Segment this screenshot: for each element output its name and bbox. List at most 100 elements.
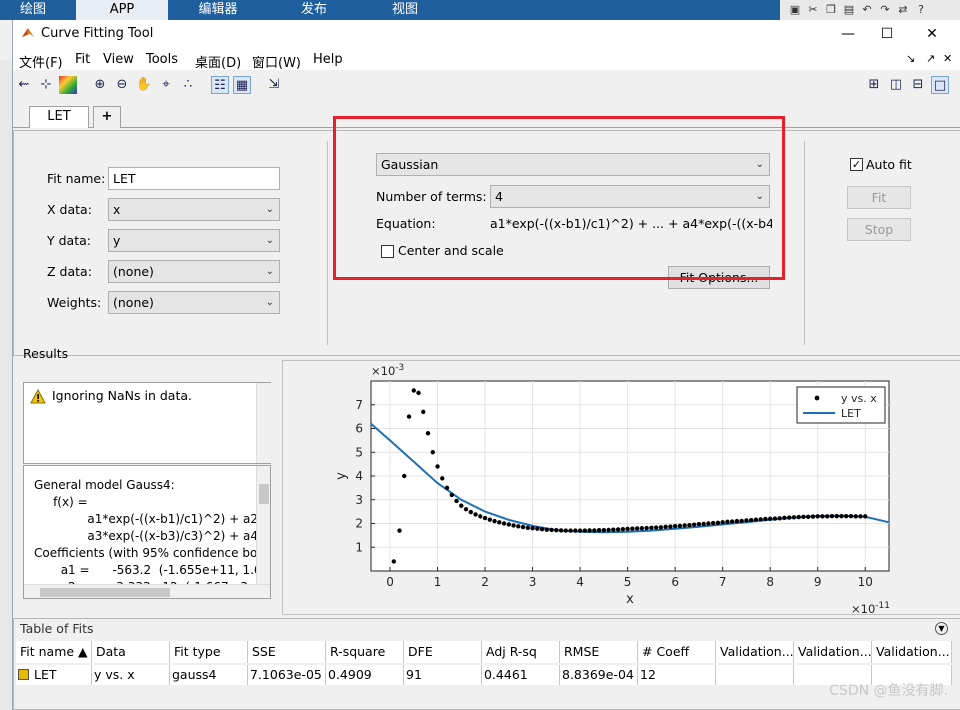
- cut-icon[interactable]: ✂: [806, 3, 820, 17]
- ribbon-tab-publish[interactable]: 发布: [268, 0, 360, 20]
- layout-rows-icon[interactable]: ⊟: [909, 76, 927, 94]
- data-point: [672, 523, 678, 529]
- data-point: [511, 523, 516, 528]
- table-cell[interactable]: 0.4461: [482, 665, 560, 685]
- results-vertical-scrollbar[interactable]: [256, 466, 270, 584]
- data-point: [459, 503, 464, 508]
- data-point: [748, 517, 754, 523]
- table-header-cell[interactable]: DFE: [404, 641, 482, 663]
- fit-plot[interactable]: 0 1 2 3 4 5 6 7 8 9 10 1 2 3 4 5 6 7 x y ×10-3 ×10-11 y vs. …: [283, 361, 960, 616]
- menu-desktop[interactable]: 桌面(D): [195, 52, 241, 71]
- minimize-button[interactable]: —: [837, 24, 859, 44]
- undock-icon[interactable]: ↘: [906, 52, 915, 65]
- data-point: [592, 528, 597, 533]
- paste-icon[interactable]: ▤: [842, 3, 856, 17]
- redo-icon[interactable]: ↷: [878, 3, 892, 17]
- table-header-cell[interactable]: Validation...: [872, 641, 952, 663]
- xdata-select[interactable]: x ⌄: [108, 198, 280, 221]
- close-button[interactable]: ✕: [921, 24, 943, 44]
- window-titlebar: Curve Fitting Tool — ☐ ✕: [13, 20, 960, 48]
- table-cell[interactable]: LET: [16, 665, 92, 685]
- fit-button[interactable]: Fit: [847, 186, 911, 209]
- autofit-checkbox[interactable]: ✓: [850, 158, 863, 171]
- pan-icon[interactable]: ✋: [135, 76, 153, 94]
- help-icon[interactable]: ?: [914, 3, 928, 17]
- save-icon[interactable]: ▣: [788, 3, 802, 17]
- table-header-cell[interactable]: SSE: [248, 641, 326, 663]
- xdata-label: X data:: [47, 202, 92, 217]
- table-header-cell[interactable]: Data: [92, 641, 170, 663]
- menu-tools[interactable]: Tools: [146, 52, 178, 67]
- exclude-outliers-icon[interactable]: ⇜: [15, 76, 33, 94]
- data-point: [858, 514, 863, 519]
- menu-window[interactable]: 窗口(W): [252, 52, 301, 71]
- table-header-cell[interactable]: Fit name ▲: [16, 641, 92, 663]
- table-header-cell[interactable]: R-square: [326, 641, 404, 663]
- ribbon-tab-view[interactable]: 视图: [364, 0, 446, 20]
- table-cell[interactable]: 12: [638, 665, 716, 685]
- data-point: [777, 516, 782, 521]
- layout-grid-icon[interactable]: ⊞: [865, 76, 883, 94]
- copy-icon[interactable]: ❐: [824, 3, 838, 17]
- table-header-cell[interactable]: # Coeff: [638, 641, 716, 663]
- data-point: [501, 521, 507, 526]
- table-cell[interactable]: 7.1063e-05: [248, 665, 326, 685]
- brush-icon[interactable]: ∴: [179, 76, 197, 94]
- layout-columns-icon[interactable]: ◫: [887, 76, 905, 94]
- menu-help[interactable]: Help: [313, 52, 343, 67]
- zoom-out-icon[interactable]: ⊖: [113, 76, 131, 94]
- table-cell[interactable]: [716, 665, 794, 685]
- legend-toggle-icon[interactable]: ☷: [211, 76, 229, 94]
- layout-single-icon[interactable]: □: [931, 76, 949, 94]
- results-scrollbar[interactable]: [256, 383, 271, 463]
- table-header-cell[interactable]: Adj R-sq: [482, 641, 560, 663]
- table-cell[interactable]: gauss4: [170, 665, 248, 685]
- menu-file[interactable]: 文件(F): [19, 52, 63, 71]
- colormap-icon[interactable]: [59, 76, 77, 94]
- add-fit-tab-button[interactable]: +: [93, 106, 121, 128]
- weights-select[interactable]: (none) ⌄: [108, 291, 280, 314]
- grid-toggle-icon[interactable]: ▦: [233, 76, 251, 94]
- table-cell[interactable]: y vs. x: [92, 665, 170, 685]
- data-cursor-icon[interactable]: ⊹: [37, 76, 55, 94]
- data-point: [758, 517, 763, 522]
- menu-fit[interactable]: Fit: [75, 52, 90, 67]
- ribbon-tab-plots[interactable]: 绘图: [10, 0, 56, 20]
- ydata-select[interactable]: y ⌄: [108, 229, 280, 252]
- axes-limits-icon[interactable]: ⇲: [265, 76, 283, 94]
- table-header-cell[interactable]: RMSE: [560, 641, 638, 663]
- fit-name-input[interactable]: LET: [108, 167, 280, 190]
- data-tips-icon[interactable]: ⌖: [157, 76, 175, 94]
- data-point: [582, 528, 588, 533]
- ribbon-tab-app[interactable]: APP: [76, 0, 168, 20]
- table-cell[interactable]: 91: [404, 665, 482, 685]
- data-point: [767, 516, 773, 521]
- dock-icon[interactable]: ↗: [926, 52, 935, 65]
- undo-icon[interactable]: ↶: [860, 3, 874, 17]
- x-tick-label: 1: [434, 575, 442, 589]
- menu-view[interactable]: View: [103, 52, 134, 67]
- table-cell[interactable]: 8.8369e-04: [560, 665, 638, 685]
- collapse-table-icon[interactable]: ▼: [935, 622, 948, 635]
- table-header-cell[interactable]: Fit type: [170, 641, 248, 663]
- tab-let[interactable]: LET: [29, 106, 89, 128]
- data-point: [739, 518, 744, 524]
- switch-windows-icon[interactable]: ⇄: [896, 3, 910, 17]
- results-horizontal-scrollbar[interactable]: [24, 584, 270, 598]
- data-point: [634, 526, 640, 531]
- stop-button[interactable]: Stop: [847, 218, 911, 241]
- zoom-in-icon[interactable]: ⊕: [91, 76, 109, 94]
- maximize-button[interactable]: ☐: [876, 24, 898, 44]
- data-point: [530, 526, 535, 531]
- table-header-cell[interactable]: Validation...: [794, 641, 872, 663]
- data-point: [482, 515, 488, 521]
- x-exponent-label: ×10-11: [851, 601, 890, 614]
- data-point: [411, 388, 416, 393]
- table-cell[interactable]: 0.4909: [326, 665, 404, 685]
- ribbon-tab-editor[interactable]: 编辑器: [172, 0, 264, 20]
- data-point: [554, 527, 559, 533]
- close-doc-icon[interactable]: ✕: [943, 52, 952, 65]
- zdata-select[interactable]: (none) ⌄: [108, 260, 280, 283]
- table-header-cell[interactable]: Validation...: [716, 641, 794, 663]
- watermark: CSDN @鱼没有脚.: [829, 683, 948, 699]
